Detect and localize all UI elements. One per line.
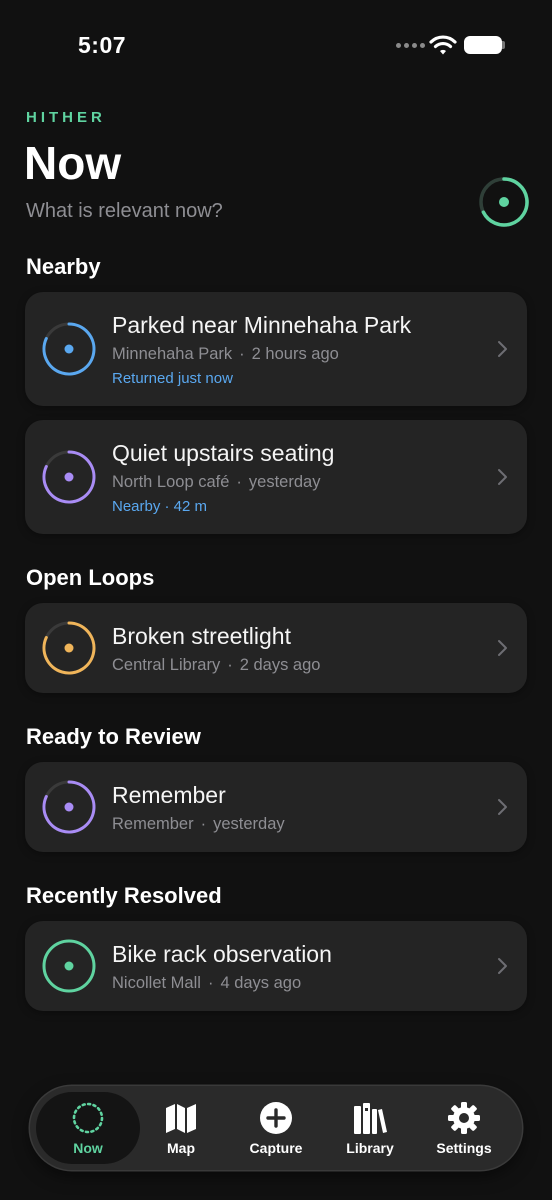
dotted-circle-icon	[72, 1102, 104, 1134]
page-subtitle: What is relevant now?	[26, 200, 223, 222]
section-title-ready-to-review: Ready to Review	[26, 724, 201, 749]
meta-separator: ·	[200, 815, 207, 833]
card-title: Bike rack observation	[112, 941, 332, 967]
card-meta: Nicollet Mall · 4 days ago	[112, 974, 301, 993]
page-title: Now	[24, 137, 122, 189]
plus-circle-icon	[260, 1102, 292, 1134]
tab-library[interactable]: Library	[323, 1086, 417, 1170]
card-meta: Minnehaha Park · 2 hours ago	[112, 345, 339, 364]
card-title: Quiet upstairs seating	[112, 440, 335, 466]
status-time: 5:07	[78, 32, 127, 58]
card-when: 2 days ago	[239, 656, 321, 674]
tab-now[interactable]: Now	[41, 1086, 135, 1170]
card-when: 2 hours ago	[251, 345, 339, 363]
presence-ring-icon[interactable]	[476, 174, 532, 230]
card-broken-streetlight[interactable]: Broken streetlight Central Library · 2 day…	[25, 603, 527, 693]
chevron-right-icon	[498, 958, 507, 974]
tab-label: Settings	[436, 1140, 492, 1156]
tab-map[interactable]: Map	[134, 1086, 228, 1170]
card-status: Returned just now	[112, 370, 233, 387]
status-ring-icon	[42, 450, 96, 504]
brand-label: HITHER	[26, 109, 106, 126]
tab-label: Map	[167, 1140, 195, 1156]
tab-bar: Now Map Capture Library Settings	[30, 1086, 522, 1170]
now-screen: 5:07 HITHER Now What is relevant now? Ne…	[0, 0, 552, 1200]
section-title-nearby: Nearby	[26, 254, 101, 279]
chevron-right-icon	[498, 799, 507, 815]
tab-label: Now	[73, 1140, 103, 1156]
meta-separator: ·	[239, 345, 245, 363]
meta-separator: ·	[227, 656, 233, 674]
card-meta: Remember · yesterday	[112, 815, 285, 834]
card-title: Broken streetlight	[112, 623, 291, 649]
tab-capture[interactable]: Capture	[229, 1086, 323, 1170]
chevron-right-icon	[498, 341, 507, 357]
card-when: yesterday	[213, 815, 285, 833]
section-title-recently-resolved: Recently Resolved	[26, 883, 222, 908]
card-quiet-seating[interactable]: Quiet upstairs seating North Loop café · y…	[25, 420, 527, 534]
status-ring-icon	[42, 939, 96, 993]
meta-separator: ·	[207, 974, 214, 992]
battery-cap	[502, 41, 505, 49]
status-ring-icon	[42, 322, 96, 376]
card-bike-rack[interactable]: Bike rack observation Nicollet Mall · 4 da…	[25, 921, 527, 1011]
gear-icon	[448, 1102, 480, 1134]
card-place: Minnehaha Park	[112, 345, 233, 363]
status-ring-icon	[42, 621, 96, 675]
map-icon	[166, 1104, 196, 1133]
card-title: Parked near Minnehaha Park	[112, 312, 412, 338]
tab-label: Library	[346, 1140, 394, 1156]
card-meta: North Loop café · yesterday	[112, 473, 320, 492]
card-parked[interactable]: Parked near Minnehaha Park Minnehaha Par…	[25, 292, 527, 406]
status-bar: 5:07	[0, 0, 552, 90]
card-when: 4 days ago	[220, 974, 302, 992]
section-title-open-loops: Open Loops	[26, 565, 155, 590]
card-remember[interactable]: Remember Remember · yesterday	[25, 762, 527, 852]
status-ring-icon	[42, 780, 96, 834]
chevron-right-icon	[498, 640, 507, 656]
card-place: Remember	[112, 815, 194, 833]
meta-separator: ·	[236, 473, 242, 491]
card-place: Central Library	[112, 656, 221, 674]
books-icon	[354, 1103, 387, 1134]
card-status: Nearby · 42 m	[112, 498, 208, 515]
wifi-icon	[429, 35, 457, 55]
card-meta: Central Library · 2 days ago	[112, 656, 320, 675]
cellular-signal-icon	[396, 43, 425, 48]
chevron-right-icon	[498, 469, 507, 485]
tab-label: Capture	[249, 1140, 303, 1156]
battery-icon	[464, 36, 502, 54]
card-when: yesterday	[248, 473, 321, 491]
card-place: North Loop café	[112, 473, 230, 491]
card-place: Nicollet Mall	[112, 974, 201, 992]
tab-settings[interactable]: Settings	[417, 1086, 511, 1170]
card-title: Remember	[112, 782, 226, 808]
